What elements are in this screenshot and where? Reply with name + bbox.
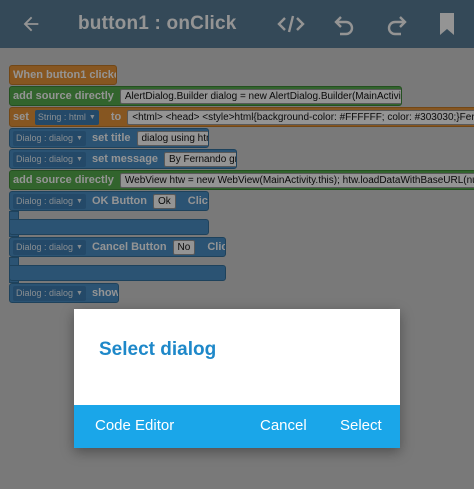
select-button[interactable]: Select: [340, 417, 382, 434]
dialog-action-bar: Code Editor Cancel Select: [74, 405, 400, 448]
dialog-title: Select dialog: [99, 339, 217, 360]
code-editor-button[interactable]: Code Editor: [95, 417, 174, 434]
cancel-button[interactable]: Cancel: [260, 417, 307, 434]
select-dialog: Select dialog Code Editor Cancel Select: [74, 309, 400, 448]
